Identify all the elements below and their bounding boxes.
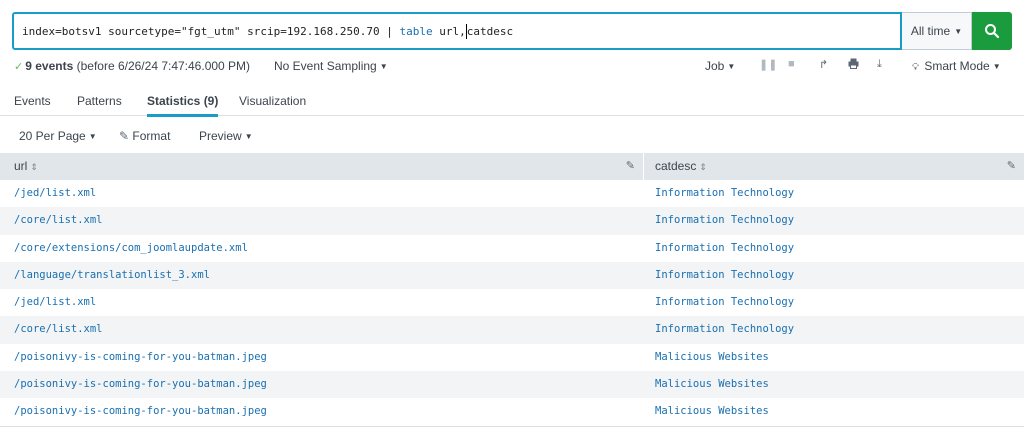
cell-catdesc[interactable]: Information Technology <box>641 262 1024 289</box>
job-status-bar: ✓ 9 events (before 6/26/24 7:47:46.000 PM… <box>0 54 1024 78</box>
query-fields: url, <box>432 24 466 38</box>
search-input[interactable]: index=botsv1 sourcetype="fgt_utm" srcip=… <box>12 12 902 50</box>
search-bar: index=botsv1 sourcetype="fgt_utm" srcip=… <box>12 12 1012 50</box>
results-toolbar: 20 Per Page ▼ ✎ Format Preview ▼ <box>0 117 1024 153</box>
event-count: ✓ 9 events (before 6/26/24 7:47:46.000 PM… <box>14 59 250 73</box>
search-icon <box>985 24 1000 39</box>
cell-catdesc[interactable]: Information Technology <box>641 180 1024 207</box>
cell-catdesc[interactable]: Malicious Websites <box>641 344 1024 371</box>
cell-url[interactable]: /core/list.xml <box>0 316 643 343</box>
sort-icon[interactable]: ⇕ <box>30 162 38 172</box>
pencil-icon: ✎ <box>119 129 130 143</box>
cell-catdesc[interactable]: Information Technology <box>641 235 1024 262</box>
time-range-picker[interactable]: All time ▼ <box>902 12 972 50</box>
format-label: Format <box>132 129 171 143</box>
search-mode-label: Smart Mode <box>924 59 990 73</box>
table-row: /poisonivy-is-coming-for-you-batman.jpeg… <box>0 343 1024 372</box>
table-bottom-border <box>0 426 1024 427</box>
pencil-icon[interactable]: ✎ <box>626 153 635 180</box>
cell-catdesc[interactable]: Malicious Websites <box>641 398 1024 425</box>
query-fields-tail: catdesc <box>466 24 514 38</box>
job-menu[interactable]: Job ▼ <box>705 59 735 73</box>
caret-down-icon: ▼ <box>992 62 1001 71</box>
table-row: /core/list.xml Information Technology <box>0 207 1024 235</box>
tab-statistics[interactable]: Statistics (9) <box>147 94 219 117</box>
export-icon[interactable]: ⤓ <box>877 58 882 71</box>
search-button[interactable] <box>972 12 1012 50</box>
table-row: /core/list.xml Information Technology <box>0 316 1024 344</box>
event-count-value: 9 events <box>25 59 74 73</box>
table-row: /poisonivy-is-coming-for-you-batman.jpeg… <box>0 371 1024 399</box>
cell-url[interactable]: /poisonivy-is-coming-for-you-batman.jpeg <box>0 344 643 371</box>
tab-visualization[interactable]: Visualization <box>239 94 306 108</box>
per-page-dropdown[interactable]: 20 Per Page ▼ <box>19 129 97 143</box>
tab-patterns[interactable]: Patterns <box>77 94 122 108</box>
cell-url[interactable]: /poisonivy-is-coming-for-you-batman.jpeg <box>0 398 643 425</box>
table-row: /jed/list.xml Information Technology <box>0 289 1024 317</box>
table-row: /poisonivy-is-coming-for-you-batman.jpeg… <box>0 398 1024 426</box>
format-button[interactable]: ✎ Format <box>119 129 170 143</box>
cell-catdesc[interactable]: Information Technology <box>641 207 1024 234</box>
column-header-catdesc[interactable]: catdesc ⇕ ✎ <box>641 153 1024 180</box>
search-mode-dropdown[interactable]: 💡︎ Smart Mode ▼ <box>912 59 1001 73</box>
cell-url[interactable]: /jed/list.xml <box>0 180 643 207</box>
event-sampling-dropdown[interactable]: No Event Sampling ▼ <box>274 59 388 73</box>
table-row: /language/translationlist_3.xml Informati… <box>0 261 1024 290</box>
caret-down-icon: ▼ <box>88 132 97 141</box>
preview-label: Preview <box>199 129 242 143</box>
query-command: table <box>399 24 433 38</box>
event-sampling-label: No Event Sampling <box>274 59 377 73</box>
caret-down-icon: ▼ <box>727 62 736 71</box>
share-icon[interactable]: ↱ <box>819 58 828 71</box>
cell-catdesc[interactable]: Malicious Websites <box>641 371 1024 398</box>
cell-catdesc[interactable]: Information Technology <box>641 289 1024 316</box>
column-header-url[interactable]: url ⇕ ✎ <box>0 153 643 180</box>
job-label: Job <box>705 59 725 73</box>
table-row: /jed/list.xml Information Technology <box>0 180 1024 208</box>
event-count-suffix: (before 6/26/24 7:47:46.000 PM) <box>76 59 251 73</box>
column-header-label: catdesc <box>655 159 697 173</box>
column-header-label: url <box>14 159 28 173</box>
pause-icon[interactable]: ❚❚ <box>759 58 777 71</box>
print-icon[interactable] <box>848 58 859 72</box>
table-body: /jed/list.xml Information Technology /cor… <box>0 180 1024 426</box>
caret-down-icon: ▼ <box>379 62 388 71</box>
pencil-icon[interactable]: ✎ <box>1007 153 1016 180</box>
results-tabs: Events Patterns Statistics (9) Visualiza… <box>0 86 1024 117</box>
table-row: /core/extensions/com_joomlaupdate.xml Inf… <box>0 234 1024 262</box>
bulb-icon: 💡︎ <box>912 62 919 73</box>
cell-url[interactable]: /core/extensions/com_joomlaupdate.xml <box>0 235 643 262</box>
cell-url[interactable]: /core/list.xml <box>0 207 643 234</box>
cell-url[interactable]: /poisonivy-is-coming-for-you-batman.jpeg <box>0 371 643 398</box>
stop-icon[interactable]: ■ <box>788 58 795 70</box>
query-text: index=botsv1 sourcetype="fgt_utm" srcip=… <box>22 24 400 38</box>
caret-down-icon: ▼ <box>244 132 253 141</box>
time-range-label: All time <box>910 24 951 38</box>
tab-events[interactable]: Events <box>14 94 51 108</box>
per-page-label: 20 Per Page <box>19 129 86 143</box>
caret-down-icon: ▼ <box>954 26 963 36</box>
cell-url[interactable]: /language/translationlist_3.xml <box>0 262 643 289</box>
cell-catdesc[interactable]: Information Technology <box>641 316 1024 343</box>
table-header: url ⇕ ✎ catdesc ⇕ ✎ <box>0 153 1024 180</box>
sort-icon[interactable]: ⇕ <box>699 162 707 172</box>
statistics-table: url ⇕ ✎ catdesc ⇕ ✎ /jed/list.xml Informati… <box>0 153 1024 426</box>
check-icon: ✓ <box>14 61 24 73</box>
preview-dropdown[interactable]: Preview ▼ <box>199 129 253 143</box>
cell-url[interactable]: /jed/list.xml <box>0 289 643 316</box>
